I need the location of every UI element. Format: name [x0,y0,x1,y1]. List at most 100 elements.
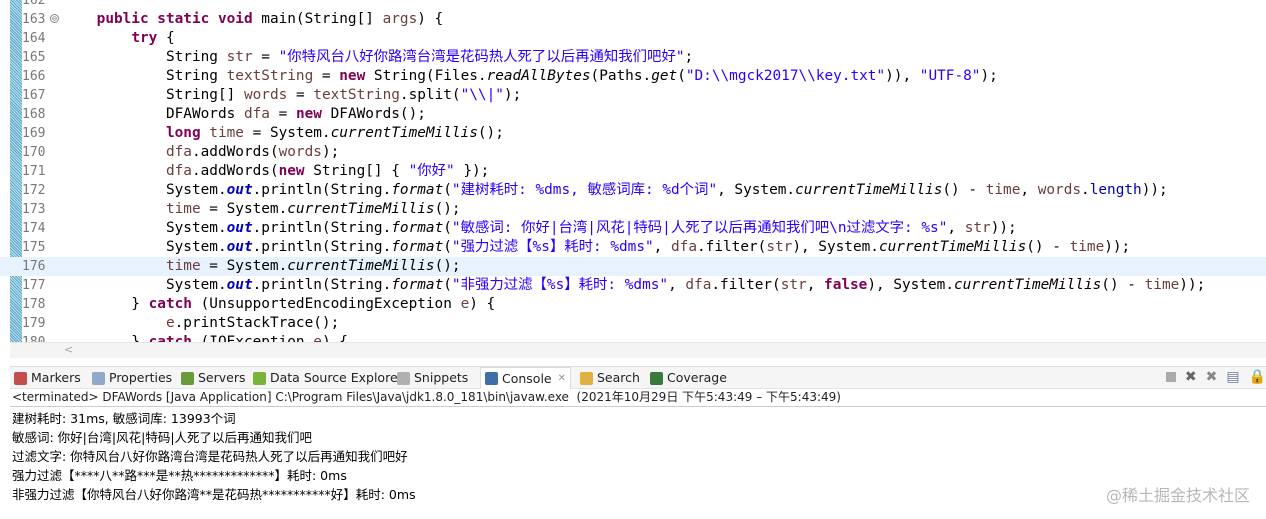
line-number: 169 [22,126,46,141]
code-line[interactable]: 174 System.out.println(String.format("敏感… [0,219,1266,238]
code-line[interactable]: 170 dfa.addWords(words); [0,143,1266,162]
line-number: 172 [22,183,46,198]
tab-search[interactable]: Search [580,367,640,389]
tab-label: Console [502,370,552,386]
code-token: .println(String. [252,277,392,293]
tab-snippets[interactable]: Snippets [397,367,468,389]
terminate-icon[interactable] [1165,372,1176,382]
code-token: (Paths. [590,68,652,84]
code-token: ; [684,49,694,65]
code-line[interactable]: 176 time = System.currentTimeMillis(); [0,257,1266,276]
code-token: "强力过滤【%s】耗时: %dms" [451,239,654,255]
code-line[interactable]: 168 DFAWords dfa = new DFAWords(); [0,105,1266,124]
code-token: , [668,277,686,293]
code-line[interactable]: 177 System.out.println(String.format("非强… [0,276,1266,295]
code-token: { [157,30,175,46]
remove-all-terminated-icon[interactable]: ✖ [1206,369,1218,385]
code-token: currentTimeMillis [795,182,943,198]
code-editor[interactable]: 162 163 ⊖ public static void main(String[]… [0,0,1266,342]
tab-console[interactable]: Console ✕ [480,367,572,390]
code-text: System.out.println(String.format("建树耗时: … [62,181,1168,200]
code-line[interactable]: 165 String str = "你特风台八好你路湾台湾是花码热人死了以后再通… [0,48,1266,67]
code-token: () - [942,182,986,198]
tab-label: Properties [109,370,173,385]
code-token: = [287,87,314,103]
console-line: 非强力过滤【你特风台八好你路湾**是花码热***********好】耗时: 0m… [12,487,416,502]
code-token: .println(String. [252,220,392,236]
code-token: time [1069,239,1105,255]
code-line[interactable]: 180 } catch (IOException e) { [0,333,1266,342]
code-token: str [964,220,991,236]
code-token: String[] [62,87,244,103]
code-line[interactable]: 173 time = System.currentTimeMillis(); [0,200,1266,219]
code-text: } catch (IOException e) { [62,333,348,342]
editor-horizontal-scrollbar[interactable]: < [10,342,1266,358]
coverage-icon [650,371,663,385]
view-tab-bar: Markers Properties Servers Data Source Expl… [10,366,1266,389]
tab-coverage[interactable]: Coverage [650,367,727,389]
code-token: ( [443,220,452,236]
code-token: .printStackTrace(); [174,315,340,331]
code-token: e [165,315,175,331]
code-line[interactable]: 169 long time = System.currentTimeMillis… [0,124,1266,143]
code-token: public static void [96,11,262,27]
code-token: (IOException [191,334,314,342]
line-number: 171 [22,164,46,179]
code-line[interactable]: 175 System.out.println(String.format("强力… [0,238,1266,257]
scroll-lock-icon[interactable]: 🔒 [1249,369,1266,385]
properties-icon [92,371,105,385]
line-number: 170 [22,145,46,160]
code-token: () - [1026,239,1070,255]
code-line[interactable]: 171 dfa.addWords(new String[] { "你好" }); [0,162,1266,181]
code-line[interactable]: 164 try { [0,29,1266,48]
scroll-left-icon[interactable]: < [64,343,73,356]
code-line[interactable]: 167 String[] words = textString.split("\… [0,86,1266,105]
code-token: new [278,163,305,179]
code-token: words [243,87,288,103]
code-line[interactable]: 178 } catch (UnsupportedEncodingExceptio… [0,295,1266,314]
code-token: str [226,49,253,65]
code-token: ) { [469,296,496,312]
code-line[interactable]: 172 System.out.println(String.format("建树… [0,181,1266,200]
code-line[interactable]: 162 [0,0,1266,10]
watermark: @稀土掘金技术社区 [1105,486,1250,505]
code-token: format [391,239,444,255]
fold-toggle-icon[interactable]: ⊖ [50,14,59,23]
line-number: 164 [22,31,46,46]
code-token: currentTimeMillis [954,277,1102,293]
tab-label: Markers [31,370,81,385]
code-token: dfa [671,239,697,255]
remove-launch-icon[interactable]: ✖ [1185,369,1197,385]
code-text: System.out.println(String.format("敏感词: 你… [62,219,1017,238]
code-token: ), System. [792,239,879,255]
code-text: public static void main(String[] args) { [62,10,444,29]
tab-servers[interactable]: Servers [181,367,246,389]
code-token: )), [885,68,920,84]
code-line[interactable]: 179 e.printStackTrace(); [0,314,1266,333]
code-token: textString [313,87,400,103]
close-icon[interactable]: ✕ [558,368,566,390]
code-line[interactable]: 166 String textString = new String(Files… [0,67,1266,86]
clear-console-icon[interactable]: ▤ [1226,369,1239,385]
tab-properties[interactable]: Properties [92,367,172,389]
code-token: try [131,30,158,46]
code-token: "\\|" [460,87,504,103]
tab-data-source-explorer[interactable]: Data Source Explorer [253,367,403,389]
code-token: "建树耗时: %dms, 敏感词库: %d个词" [451,182,718,198]
tab-label: Coverage [667,370,727,385]
code-token: DFAWords [62,106,244,122]
code-line[interactable]: 163 ⊖ public static void main(String[] ar… [0,10,1266,29]
code-token: words [278,144,322,160]
code-text: e.printStackTrace(); [62,314,339,333]
tab-label: Data Source Explorer [270,370,403,385]
tab-markers[interactable]: Markers [14,367,81,389]
code-token: DFAWords(); [321,106,426,122]
code-token: ) { [417,11,444,27]
code-token: false [824,277,868,293]
code-token: System. [62,220,227,236]
code-token: )); [1104,239,1131,255]
code-token: length [1089,182,1142,198]
code-token: "D:\\mgck2017\\key.txt" [685,68,886,84]
